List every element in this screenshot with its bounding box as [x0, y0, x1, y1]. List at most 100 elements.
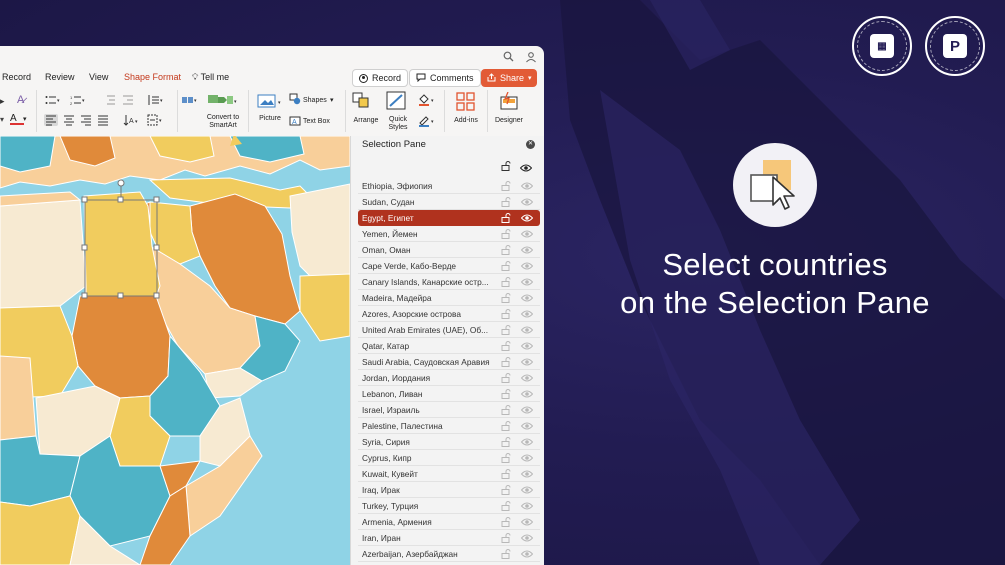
- visibility-eye-icon[interactable]: [520, 294, 534, 302]
- visibility-eye-icon[interactable]: [520, 326, 534, 334]
- unlock-icon[interactable]: [501, 421, 511, 431]
- unlock-icon[interactable]: [501, 309, 511, 319]
- selection-pane-row[interactable]: Sudan, Судан: [358, 194, 540, 210]
- add-ins-icon[interactable]: [456, 92, 476, 112]
- selection-pane-row[interactable]: Oman, Оман: [358, 242, 540, 258]
- visibility-eye-icon[interactable]: [520, 486, 534, 494]
- visibility-eye-icon[interactable]: [520, 198, 534, 206]
- smartart-icon[interactable]: ▾: [207, 92, 237, 108]
- visibility-eye-icon[interactable]: [520, 422, 534, 430]
- align-text-icon[interactable]: ▾: [147, 114, 162, 126]
- unlock-icon[interactable]: [501, 389, 511, 399]
- share-button[interactable]: Share ▾: [481, 69, 537, 87]
- unlock-icon[interactable]: [501, 245, 511, 255]
- slide-canvas-map[interactable]: [0, 136, 350, 565]
- designer-icon[interactable]: [499, 91, 519, 112]
- arrange-icon[interactable]: [352, 92, 374, 110]
- chevron-down-icon[interactable]: ▾: [330, 97, 334, 105]
- visibility-eye-icon[interactable]: [520, 342, 534, 350]
- selection-pane-row[interactable]: Cyprus, Кипр: [358, 450, 540, 466]
- unlock-icon[interactable]: [501, 229, 511, 239]
- selection-pane-row[interactable]: Syria, Сирия: [358, 434, 540, 450]
- lock-all-icon[interactable]: [501, 158, 511, 176]
- visibility-eye-icon[interactable]: [520, 262, 534, 270]
- visibility-eye-icon[interactable]: [520, 310, 534, 318]
- selection-pane-row[interactable]: Jordan, Иордания: [358, 370, 540, 386]
- font-color-icon[interactable]: A: [10, 113, 24, 125]
- unlock-icon[interactable]: [501, 341, 511, 351]
- line-spacing-icon[interactable]: ▾: [147, 95, 163, 107]
- selection-pane-row[interactable]: Azores, Азорские острова: [358, 306, 540, 322]
- visibility-eye-icon[interactable]: [520, 534, 534, 542]
- unlock-icon[interactable]: [501, 405, 511, 415]
- shape-fill-icon[interactable]: ▾: [418, 94, 436, 106]
- selection-pane-row[interactable]: Israel, Израиль: [358, 402, 540, 418]
- unlock-icon[interactable]: [501, 533, 511, 543]
- show-all-eye-icon[interactable]: [519, 159, 533, 177]
- selection-pane-row[interactable]: Iran, Иран: [358, 530, 540, 546]
- unlock-icon[interactable]: [501, 517, 511, 527]
- selection-pane-row[interactable]: Kuwait, Кувейт: [358, 466, 540, 482]
- visibility-eye-icon[interactable]: [520, 502, 534, 510]
- tab-view[interactable]: View: [89, 72, 108, 82]
- visibility-eye-icon[interactable]: [520, 438, 534, 446]
- selection-pane-row[interactable]: Palestine, Палестина: [358, 418, 540, 434]
- visibility-eye-icon[interactable]: [520, 518, 534, 526]
- decrease-indent-icon[interactable]: [104, 95, 118, 107]
- selection-pane-row[interactable]: Canary Islands, Канарские остр...: [358, 274, 540, 290]
- selection-pane-row[interactable]: Armenia, Армения: [358, 514, 540, 530]
- record-button[interactable]: Record: [352, 69, 409, 87]
- unlock-icon[interactable]: [501, 357, 511, 367]
- unlock-icon[interactable]: [501, 181, 511, 191]
- picture-icon[interactable]: ▾: [257, 94, 283, 108]
- selection-pane-row[interactable]: Egypt, Египет: [358, 210, 540, 226]
- tab-record[interactable]: Record: [2, 72, 31, 82]
- selection-pane-row[interactable]: Azerbaijan, Азербайджан: [358, 546, 540, 562]
- selection-pane-row[interactable]: Qatar, Катар: [358, 338, 540, 354]
- justify-icon[interactable]: [96, 114, 110, 126]
- account-icon[interactable]: [525, 51, 537, 63]
- visibility-eye-icon[interactable]: [520, 454, 534, 462]
- unlock-icon[interactable]: [501, 277, 511, 287]
- visibility-eye-icon[interactable]: [520, 470, 534, 478]
- visibility-eye-icon[interactable]: [520, 406, 534, 414]
- tell-me-field[interactable]: 💡︎ Tell me: [192, 72, 229, 83]
- visibility-eye-icon[interactable]: [520, 230, 534, 238]
- unlock-icon[interactable]: [501, 549, 511, 559]
- unlock-icon[interactable]: [501, 261, 511, 271]
- selection-pane-row[interactable]: Lebanon, Ливан: [358, 386, 540, 402]
- chevron-down-icon[interactable]: ▾: [23, 115, 37, 127]
- visibility-eye-icon[interactable]: [520, 550, 534, 558]
- selection-pane-row[interactable]: Yemen, Йемен: [358, 226, 540, 242]
- bullets-icon[interactable]: ▾: [45, 95, 60, 107]
- selection-pane-row[interactable]: United Arab Emirates (UAE), Об...: [358, 322, 540, 338]
- tab-review[interactable]: Review: [45, 72, 75, 82]
- clear-format-icon[interactable]: A̷: [17, 94, 31, 106]
- unlock-icon[interactable]: [501, 197, 511, 207]
- shapes-icon[interactable]: [289, 93, 301, 105]
- text-box-icon[interactable]: A: [289, 116, 301, 128]
- numbering-icon[interactable]: 1 2 ▾: [70, 95, 85, 107]
- visibility-eye-icon[interactable]: [520, 246, 534, 254]
- selection-pane-row[interactable]: Saudi Arabia, Саудовская Аравия: [358, 354, 540, 370]
- text-effects-icon[interactable]: ▸: [0, 96, 14, 108]
- increase-indent-icon[interactable]: [122, 95, 136, 107]
- unlock-icon[interactable]: [501, 501, 511, 511]
- selection-pane-row[interactable]: Madeira, Мадейра: [358, 290, 540, 306]
- search-icon[interactable]: [503, 51, 515, 63]
- unlock-icon[interactable]: [501, 437, 511, 447]
- unlock-icon[interactable]: [501, 485, 511, 495]
- unlock-icon[interactable]: [501, 293, 511, 303]
- unlock-icon[interactable]: [501, 213, 511, 223]
- comments-button[interactable]: Comments: [409, 69, 481, 87]
- visibility-eye-icon[interactable]: [520, 278, 534, 286]
- close-icon[interactable]: ✕: [526, 140, 535, 149]
- visibility-eye-icon[interactable]: [520, 374, 534, 382]
- visibility-eye-icon[interactable]: [520, 390, 534, 398]
- visibility-eye-icon[interactable]: [520, 214, 534, 222]
- align-right-icon[interactable]: [79, 114, 93, 126]
- visibility-eye-icon[interactable]: [520, 358, 534, 366]
- align-left-icon[interactable]: [44, 114, 58, 126]
- unlock-icon[interactable]: [501, 325, 511, 335]
- selection-pane-row[interactable]: Cape Verde, Кабо-Верде: [358, 258, 540, 274]
